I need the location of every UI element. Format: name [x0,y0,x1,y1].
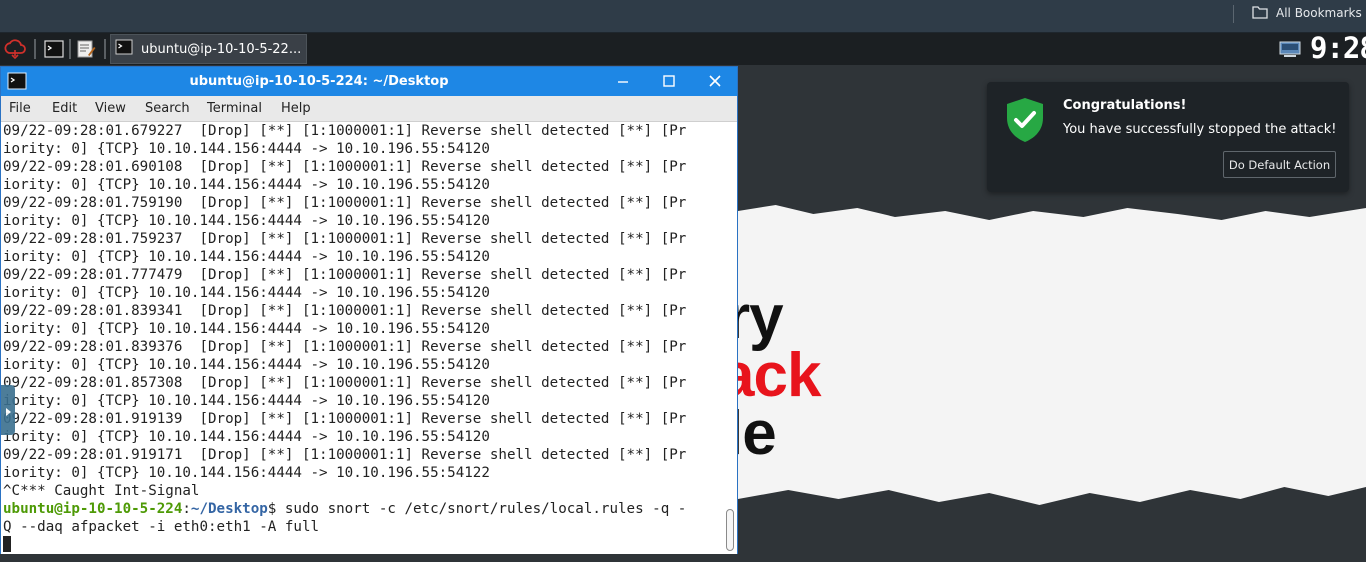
terminal-line: 09/22-09:28:01.919139 [Drop] [**] [1:100… [3,411,687,427]
terminal-menubar: File Edit View Search Terminal Help [1,96,737,122]
taskbar-terminal-window-button[interactable]: ubuntu@ip-10-10-5-22... [110,34,307,64]
terminal-line: iority: 0] {TCP} 10.10.144.156:4444 -> 1… [3,429,490,445]
chevron-right-icon [5,401,11,420]
wallpaper-text: ry [738,283,784,352]
terminal-line: iority: 0] {TCP} 10.10.144.156:4444 -> 1… [3,321,490,337]
bookmarks-divider [1233,5,1234,23]
close-button[interactable] [693,67,737,96]
terminal-line: 09/22-09:28:01.759190 [Drop] [**] [1:100… [3,195,687,211]
scrollbar-thumb[interactable] [726,509,734,551]
terminal-window[interactable]: ubuntu@ip-10-10-5-224: ~/Desktop File Ed… [0,66,738,554]
all-bookmarks-label: All Bookmarks [1276,6,1362,20]
terminal-line: iority: 0] {TCP} 10.10.144.156:4444 -> 1… [3,357,490,373]
bookmarks-bar: All Bookmarks [0,0,1366,33]
menu-terminal[interactable]: Terminal [207,96,262,121]
terminal-line: 09/22-09:28:01.759237 [Drop] [**] [1:100… [3,231,687,247]
window-title: ubuntu@ip-10-10-5-224: ~/Desktop [189,74,449,89]
terminal-line: 09/22-09:28:01.857308 [Drop] [**] [1:100… [3,375,687,391]
taskbar-divider [69,39,71,59]
prompt-line: ubuntu@ip-10-10-5-224:~/Desktop$ sudo sn… [3,500,686,518]
maximize-button[interactable] [647,67,691,96]
minimize-button[interactable] [601,67,645,96]
prompt-separator: : [182,501,191,517]
torn-paper-graphic [738,205,1366,505]
clock[interactable]: 9:28 [1310,32,1366,64]
menu-edit[interactable]: Edit [52,96,77,121]
close-icon [709,72,721,91]
taskbar-task-title: ubuntu@ip-10-10-5-22... [141,41,302,57]
notification-body: You have successfully stopped the attack… [1063,122,1337,137]
side-panel-handle[interactable] [1,385,15,435]
terminal-line: 09/22-09:28:01.839376 [Drop] [**] [1:100… [3,339,687,355]
terminal-line: iority: 0] {TCP} 10.10.144.156:4444 -> 1… [3,141,490,157]
cloud-alert-icon[interactable] [3,37,27,61]
terminal-scrollbar[interactable] [723,122,737,554]
terminal-line: 09/22-09:28:01.777479 [Drop] [**] [1:100… [3,267,687,283]
terminal-line: 09/22-09:28:01.690108 [Drop] [**] [1:100… [3,159,687,175]
window-titlebar[interactable]: ubuntu@ip-10-10-5-224: ~/Desktop [1,67,737,96]
wallpaper-text: le [738,399,777,468]
terminal-line: iority: 0] {TCP} 10.10.144.156:4444 -> 1… [3,285,490,301]
folder-icon [1252,5,1268,22]
terminal-line: iority: 0] {TCP} 10.10.144.156:4444 -> 1… [3,177,490,193]
terminal-line: iority: 0] {TCP} 10.10.144.156:4444 -> 1… [3,393,490,409]
taskbar: ubuntu@ip-10-10-5-22... 9:28 [0,32,1366,65]
notification-popup[interactable]: Congratulations! You have successfully s… [987,82,1349,192]
cursor-line [3,536,11,554]
notification-title: Congratulations! [1063,98,1187,113]
terminal-line: 09/22-09:28:01.679227 [Drop] [**] [1:100… [3,123,687,139]
taskbar-divider [104,39,106,59]
prompt-user: ubuntu@ip-10-10-5-224 [3,501,183,517]
all-bookmarks-button[interactable]: All Bookmarks [1252,4,1362,22]
taskbar-divider [34,39,36,59]
command-continuation: Q --daq afpacket -i eth0:eth1 -A full [3,519,320,535]
maximize-icon [663,72,675,91]
terminal-line: ^C*** Caught Int-Signal [3,483,200,499]
terminal-line: iority: 0] {TCP} 10.10.144.156:4444 -> 1… [3,249,490,265]
menu-search[interactable]: Search [145,96,190,121]
do-default-action-button[interactable]: Do Default Action [1223,151,1336,178]
minimize-icon [617,72,629,91]
terminal-line: 09/22-09:28:01.839341 [Drop] [**] [1:100… [3,303,687,319]
menu-file[interactable]: File [9,96,31,121]
terminal-output[interactable]: 09/22-09:28:01.679227 [Drop] [**] [1:100… [1,122,723,554]
terminal-launcher-icon[interactable] [42,37,66,61]
wallpaper-text-accent: ack [738,341,821,410]
network-icon[interactable] [1278,37,1302,61]
terminal-line: 09/22-09:28:01.919171 [Drop] [**] [1:100… [3,447,687,463]
prompt-path: ~/Desktop [190,501,268,517]
terminal-icon [115,39,133,59]
command-text: sudo snort -c /etc/snort/rules/local.rul… [276,501,687,517]
terminal-line: iority: 0] {TCP} 10.10.144.156:4444 -> 1… [3,213,490,229]
text-editor-launcher-icon[interactable] [74,37,98,61]
terminal-line: iority: 0] {TCP} 10.10.144.156:4444 -> 1… [3,465,490,481]
menu-view[interactable]: View [95,96,126,121]
shield-check-icon [1003,96,1047,148]
menu-help[interactable]: Help [281,96,311,121]
text-cursor [3,536,11,552]
